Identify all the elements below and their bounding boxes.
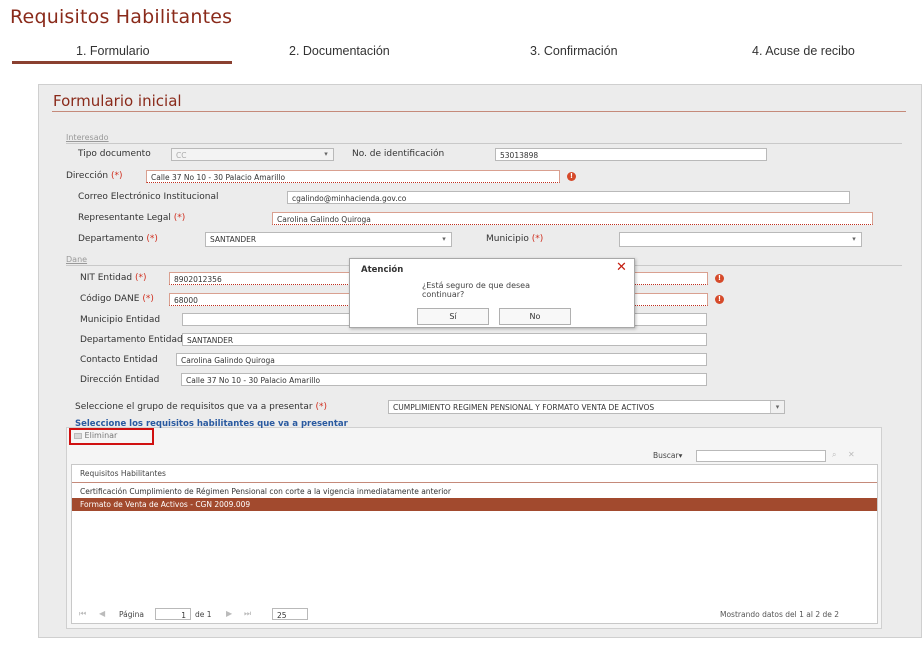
- error-icon: !: [567, 172, 576, 181]
- direccion-entidad-label: Dirección Entidad: [80, 375, 160, 385]
- grupo-requisitos-label: Seleccione el grupo de requisitos que va…: [75, 402, 327, 412]
- error-icon: !: [715, 295, 724, 304]
- representante-input[interactable]: Carolina Galindo Quiroga: [272, 212, 873, 225]
- chevron-down-icon: ▾: [324, 150, 328, 158]
- step-acuse-recibo[interactable]: 4. Acuse de recibo: [752, 44, 855, 58]
- dialog-message: ¿Está seguro de que desea continuar?: [422, 281, 530, 299]
- first-page-icon[interactable]: ⏮: [79, 609, 86, 619]
- form-title-divider: [52, 111, 906, 112]
- table-row[interactable]: Certificación Cumplimiento de Régimen Pe…: [72, 485, 877, 498]
- correo-label: Correo Electrónico Institucional: [78, 192, 219, 202]
- yes-button[interactable]: Sí: [417, 308, 489, 325]
- step-formulario[interactable]: 1. Formulario: [76, 44, 150, 58]
- page-title: Requisitos Habilitantes: [10, 6, 233, 28]
- departamento-entidad-label: Departamento Entidad: [80, 335, 183, 345]
- contacto-entidad-label: Contacto Entidad: [80, 355, 158, 365]
- close-icon[interactable]: ✕: [616, 260, 627, 275]
- no-identificacion-label: No. de identificación: [352, 149, 445, 159]
- nit-label: NIT Entidad (*): [80, 273, 147, 283]
- column-header[interactable]: Requisitos Habilitantes: [72, 467, 877, 480]
- next-page-icon[interactable]: ▶: [226, 609, 232, 618]
- representante-label: Representante Legal (*): [78, 213, 186, 223]
- tipo-documento-value: CC: [176, 151, 187, 160]
- grupo-requisitos-select[interactable]: CUMPLIMIENTO REGIMEN PENSIONAL Y FORMATO…: [388, 400, 785, 414]
- search-menu[interactable]: Buscar▾: [653, 451, 682, 460]
- fieldset-interesado-divider: [66, 143, 902, 144]
- fieldset-interesado-legend: Interesado: [66, 133, 109, 142]
- page-number-input[interactable]: 1: [155, 608, 191, 620]
- direccion-entidad-input[interactable]: Calle 37 No 10 - 30 Palacio Amarillo: [181, 373, 707, 386]
- chevron-down-icon: ▾: [442, 235, 446, 243]
- step-confirmacion[interactable]: 3. Confirmación: [530, 44, 618, 58]
- dialog-title: Atención: [361, 265, 404, 275]
- page-total-label: de 1: [195, 610, 212, 619]
- no-identificacion-input[interactable]: 53013898: [495, 148, 767, 161]
- search-icon[interactable]: ⌕: [832, 450, 836, 460]
- prev-page-icon[interactable]: ◀: [99, 609, 105, 618]
- departamento-select[interactable]: SANTANDER ▾: [205, 232, 452, 247]
- departamento-label: Departamento (*): [78, 234, 158, 244]
- departamento-value: SANTANDER: [210, 235, 257, 244]
- direccion-input[interactable]: Calle 37 No 10 - 30 Palacio Amarillo: [146, 170, 560, 183]
- step-documentacion[interactable]: 2. Documentación: [289, 44, 390, 58]
- clear-search-icon[interactable]: ✕: [848, 450, 855, 459]
- municipio-label: Municipio (*): [486, 234, 544, 244]
- active-step-indicator: [12, 61, 232, 64]
- tipo-documento-select[interactable]: CC ▾: [171, 148, 334, 161]
- form-title: Formulario inicial: [53, 92, 182, 110]
- chevron-down-icon: ▾: [852, 235, 856, 243]
- correo-input[interactable]: cgalindo@minhacienda.gov.co: [287, 191, 850, 204]
- last-page-icon[interactable]: ⏭: [244, 609, 251, 619]
- table-row-selected[interactable]: Formato de Venta de Activos - CGN 2009.0…: [72, 498, 877, 511]
- pager-status: Mostrando datos del 1 al 2 de 2: [720, 610, 840, 619]
- search-input[interactable]: [696, 450, 826, 462]
- codigo-dane-label: Código DANE (*): [80, 294, 154, 304]
- requisitos-grid: Requisitos Habilitantes Certificación Cu…: [71, 464, 878, 624]
- grupo-requisitos-value: CUMPLIMIENTO REGIMEN PENSIONAL Y FORMATO…: [393, 403, 655, 412]
- no-button[interactable]: No: [499, 308, 571, 325]
- municipio-select[interactable]: ▾: [619, 232, 862, 247]
- error-icon: !: [715, 274, 724, 283]
- page-size-input[interactable]: 25: [272, 608, 308, 620]
- direccion-label: Dirección (*): [66, 171, 123, 181]
- tipo-documento-label: Tipo documento: [78, 149, 151, 159]
- fieldset-dane-legend: Dane: [66, 255, 88, 264]
- delete-highlight-box: [69, 428, 154, 445]
- contacto-entidad-input[interactable]: Carolina Galindo Quiroga: [176, 353, 707, 366]
- chevron-down-icon: ▾: [770, 401, 784, 413]
- header-divider: [72, 482, 877, 483]
- page-label: Página: [119, 610, 144, 619]
- departamento-entidad-input[interactable]: SANTANDER: [182, 333, 707, 346]
- municipio-entidad-label: Municipio Entidad: [80, 315, 161, 325]
- confirm-dialog: Atención ✕ ¿Está seguro de que desea con…: [349, 258, 635, 328]
